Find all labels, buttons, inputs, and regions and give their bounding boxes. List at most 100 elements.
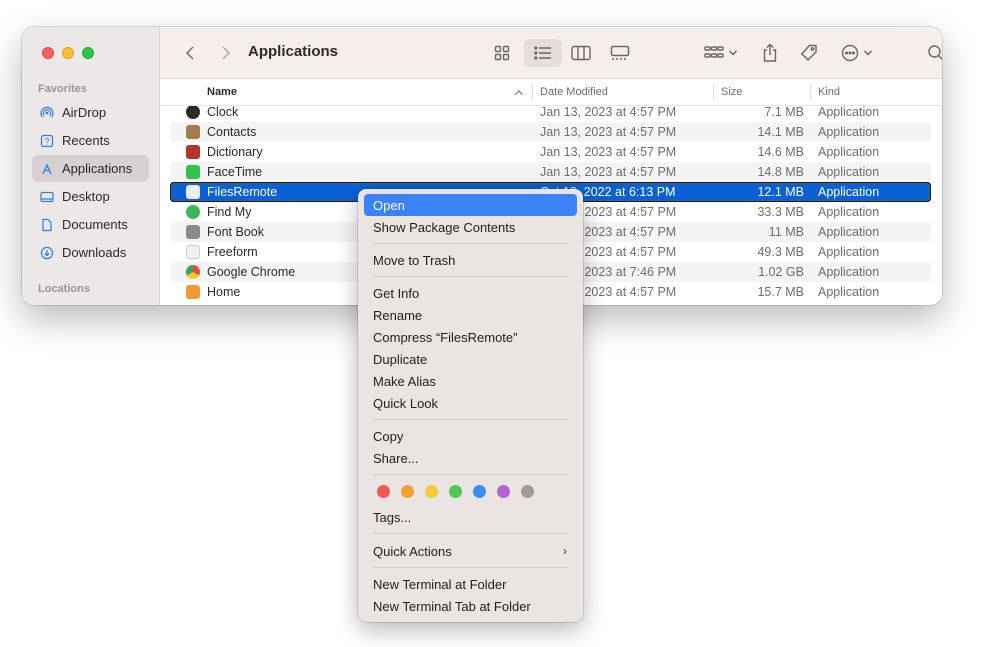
file-kind: Application xyxy=(818,125,880,139)
menu-item-move-to-trash[interactable]: Move to Trash xyxy=(364,249,577,271)
grid-icon xyxy=(494,45,510,61)
tag-blue-dot[interactable] xyxy=(473,485,486,498)
file-row-clock[interactable]: Clock Jan 13, 2023 at 4:57 PM 7.1 MB App… xyxy=(170,106,931,122)
tag-green-dot[interactable] xyxy=(449,485,462,498)
sidebar-item-label: Documents xyxy=(62,217,128,232)
file-name: Clock xyxy=(207,106,239,119)
file-name: FilesRemote xyxy=(207,185,278,199)
sidebar-section-locations: Locations xyxy=(38,283,90,295)
list-view-button[interactable] xyxy=(524,39,562,67)
file-kind: Application xyxy=(818,245,880,259)
file-size: 14.1 MB xyxy=(757,125,804,139)
file-kind: Application xyxy=(818,165,880,179)
file-date: Jan 13, 2023 at 4:57 PM xyxy=(540,145,677,159)
fontbook-app-icon xyxy=(186,225,200,239)
sidebar-item-airdrop[interactable]: AirDrop xyxy=(32,99,149,126)
tag-purple-dot[interactable] xyxy=(497,485,510,498)
menu-item-rename[interactable]: Rename xyxy=(364,304,577,326)
menu-item-tags[interactable]: Tags... xyxy=(364,506,577,528)
search-button[interactable] xyxy=(924,39,942,67)
menu-item-copy[interactable]: Copy xyxy=(364,425,577,447)
column-header-size[interactable]: Size xyxy=(721,86,742,98)
document-icon xyxy=(40,218,54,232)
menu-separator xyxy=(373,243,568,244)
close-window-button[interactable] xyxy=(42,47,54,59)
file-kind: Application xyxy=(818,205,880,219)
icon-view-button[interactable] xyxy=(486,39,518,67)
tag-yellow-dot[interactable] xyxy=(425,485,438,498)
column-divider[interactable] xyxy=(713,84,714,100)
zoom-window-button[interactable] xyxy=(82,47,94,59)
file-row-facetime[interactable]: FaceTime Jan 13, 2023 at 4:57 PM 14.8 MB… xyxy=(170,162,931,182)
clock-app-icon xyxy=(186,106,200,119)
file-size: 15.7 MB xyxy=(757,285,804,299)
more-actions-button[interactable] xyxy=(836,39,878,67)
tag-orange-dot[interactable] xyxy=(401,485,414,498)
menu-item-new-terminal-tab-at-folder[interactable]: New Terminal Tab at Folder xyxy=(364,595,577,617)
file-name: Freeform xyxy=(207,245,258,259)
menu-item-get-info[interactable]: Get Info xyxy=(364,282,577,304)
toolbar: Applications xyxy=(160,27,942,79)
gallery-icon xyxy=(610,45,630,60)
file-kind: Application xyxy=(818,225,880,239)
minimize-window-button[interactable] xyxy=(62,47,74,59)
menu-separator xyxy=(373,474,568,475)
menu-item-make-alias[interactable]: Make Alias xyxy=(364,370,577,392)
menu-separator xyxy=(373,276,568,277)
group-by-button[interactable] xyxy=(700,39,742,67)
file-name: FaceTime xyxy=(207,165,263,179)
sidebar-item-desktop[interactable]: Desktop xyxy=(32,183,149,210)
tag-gray-dot[interactable] xyxy=(521,485,534,498)
sidebar-item-label: Desktop xyxy=(62,189,110,204)
applications-icon xyxy=(40,162,54,176)
file-row-contacts[interactable]: Contacts Jan 13, 2023 at 4:57 PM 14.1 MB… xyxy=(170,122,931,142)
sidebar-item-documents[interactable]: Documents xyxy=(32,211,149,238)
menu-item-quick-actions[interactable]: Quick Actions › xyxy=(364,540,577,562)
tag-red-dot[interactable] xyxy=(377,485,390,498)
facetime-app-icon xyxy=(186,165,200,179)
desktop-icon xyxy=(40,190,54,204)
chrome-app-icon xyxy=(186,265,200,279)
column-header-date[interactable]: Date Modified xyxy=(540,86,608,98)
sidebar-item-downloads[interactable]: Downloads xyxy=(32,239,149,266)
ellipsis-circle-icon xyxy=(841,44,859,62)
column-view-button[interactable] xyxy=(564,39,598,67)
file-date: Jan 13, 2023 at 4:57 PM xyxy=(540,106,677,119)
sidebar-item-applications[interactable]: Applications xyxy=(32,155,149,182)
menu-item-share[interactable]: Share... xyxy=(364,447,577,469)
file-size: 7.1 MB xyxy=(764,106,804,119)
clock-icon: ? xyxy=(40,134,54,148)
share-button[interactable] xyxy=(758,39,782,67)
menu-item-show-package-contents[interactable]: Show Package Contents xyxy=(364,216,577,238)
menu-item-open[interactable]: Open xyxy=(364,194,577,216)
forward-button[interactable] xyxy=(216,39,236,67)
dictionary-app-icon xyxy=(186,145,200,159)
column-header-name[interactable]: Name xyxy=(207,86,237,98)
tags-button[interactable] xyxy=(797,39,821,67)
sidebar-item-label: Recents xyxy=(62,133,110,148)
file-date: Jan 13, 2023 at 4:57 PM xyxy=(540,165,677,179)
menu-item-compress[interactable]: Compress “FilesRemote” xyxy=(364,326,577,348)
home-app-icon xyxy=(186,285,200,299)
gallery-view-button[interactable] xyxy=(602,39,638,67)
file-row-dictionary[interactable]: Dictionary Jan 13, 2023 at 4:57 PM 14.6 … xyxy=(170,142,931,162)
menu-item-quick-look[interactable]: Quick Look xyxy=(364,392,577,414)
file-size: 12.1 MB xyxy=(757,185,804,199)
column-headers: Name Date Modified Size Kind xyxy=(160,79,942,106)
menu-separator xyxy=(373,567,568,568)
file-size: 49.3 MB xyxy=(757,245,804,259)
back-button[interactable] xyxy=(180,39,200,67)
findmy-app-icon xyxy=(186,205,200,219)
column-divider[interactable] xyxy=(532,84,533,100)
menu-item-duplicate[interactable]: Duplicate xyxy=(364,348,577,370)
group-grid-icon xyxy=(704,46,724,58)
file-size: 11 MB xyxy=(768,225,804,239)
chevron-right-icon xyxy=(222,46,230,60)
chevron-down-icon xyxy=(864,50,872,56)
sidebar-section-favorites: Favorites xyxy=(38,83,87,95)
file-kind: Application xyxy=(818,265,880,279)
column-divider[interactable] xyxy=(810,84,811,100)
menu-item-new-terminal-at-folder[interactable]: New Terminal at Folder xyxy=(364,573,577,595)
sidebar-item-recents[interactable]: ? Recents xyxy=(32,127,149,154)
column-header-kind[interactable]: Kind xyxy=(818,86,840,98)
